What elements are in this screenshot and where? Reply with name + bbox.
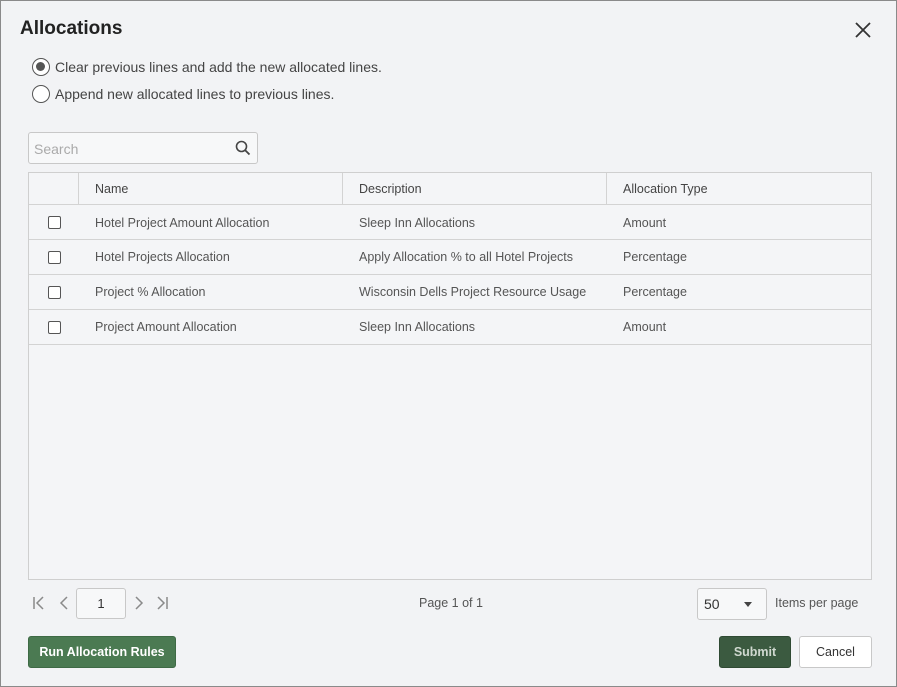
row-checkbox[interactable] bbox=[47, 285, 61, 299]
table-row[interactable]: Hotel Projects Allocation Apply Allocati… bbox=[29, 240, 871, 275]
row-allocation-type: Amount bbox=[623, 215, 667, 230]
prev-page-icon[interactable] bbox=[56, 595, 72, 611]
column-header-allocation-type[interactable]: Allocation Type bbox=[607, 173, 871, 204]
row-description: Wisconsin Dells Project Resource Usage bbox=[359, 285, 587, 299]
option-append-radio[interactable]: Append new allocated lines to previous l… bbox=[32, 85, 334, 103]
next-page-icon[interactable] bbox=[131, 595, 147, 611]
radio-unselected[interactable] bbox=[32, 85, 50, 103]
chevron-down-icon bbox=[744, 602, 752, 607]
search-box bbox=[28, 132, 258, 164]
search-input[interactable] bbox=[34, 139, 224, 159]
items-per-page-select[interactable]: 50 bbox=[697, 588, 767, 620]
row-name: Hotel Projects Allocation bbox=[95, 250, 230, 264]
allocations-dialog: Allocations Clear previous lines and add… bbox=[0, 0, 897, 687]
run-allocation-rules-button[interactable]: Run Allocation Rules bbox=[28, 636, 176, 668]
dialog-title: Allocations bbox=[20, 18, 123, 39]
items-per-page-label: Items per page bbox=[775, 596, 859, 610]
radio-selected[interactable] bbox=[32, 58, 50, 76]
option-clear-label: Clear previous lines and add the new all… bbox=[55, 59, 382, 75]
allocations-grid: Name Description Allocation Type Hotel P… bbox=[28, 172, 872, 580]
items-per-page-value: 50 bbox=[704, 596, 720, 612]
first-page-icon[interactable] bbox=[32, 595, 48, 611]
row-allocation-type: Amount bbox=[623, 320, 667, 334]
row-checkbox[interactable] bbox=[47, 320, 61, 334]
cancel-button[interactable]: Cancel bbox=[799, 636, 872, 668]
row-allocation-type: Percentage bbox=[623, 285, 687, 299]
submit-button[interactable]: Submit bbox=[719, 636, 791, 668]
table-row[interactable]: Project Amount Allocation Sleep Inn Allo… bbox=[29, 310, 871, 345]
column-header-name[interactable]: Name bbox=[79, 173, 343, 204]
search-icon[interactable] bbox=[235, 140, 251, 156]
row-allocation-type: Percentage bbox=[623, 250, 687, 264]
last-page-icon[interactable] bbox=[153, 595, 169, 611]
header-select-column bbox=[29, 173, 79, 204]
row-description: Sleep Inn Allocations bbox=[359, 215, 476, 230]
close-icon bbox=[855, 22, 871, 38]
row-name: Hotel Project Amount Allocation bbox=[95, 215, 270, 230]
close-button[interactable] bbox=[852, 19, 874, 41]
table-row[interactable]: Project % Allocation Wisconsin Dells Pro… bbox=[29, 275, 871, 310]
row-checkbox[interactable] bbox=[47, 216, 61, 229]
row-description: Sleep Inn Allocations bbox=[359, 320, 476, 334]
row-name: Project % Allocation bbox=[95, 285, 206, 299]
table-row[interactable]: Hotel Project Amount Allocation Sleep In… bbox=[29, 206, 871, 240]
row-name: Project Amount Allocation bbox=[95, 320, 237, 334]
grid-header: Name Description Allocation Type bbox=[29, 173, 871, 205]
option-clear-radio[interactable]: Clear previous lines and add the new all… bbox=[32, 58, 382, 76]
page-number-input[interactable] bbox=[76, 588, 126, 619]
row-checkbox[interactable] bbox=[47, 250, 61, 264]
page-indicator: Page 1 of 1 bbox=[419, 596, 483, 610]
column-header-description[interactable]: Description bbox=[343, 173, 607, 204]
row-description: Apply Allocation % to all Hotel Projects bbox=[359, 250, 573, 264]
option-append-label: Append new allocated lines to previous l… bbox=[55, 86, 335, 102]
